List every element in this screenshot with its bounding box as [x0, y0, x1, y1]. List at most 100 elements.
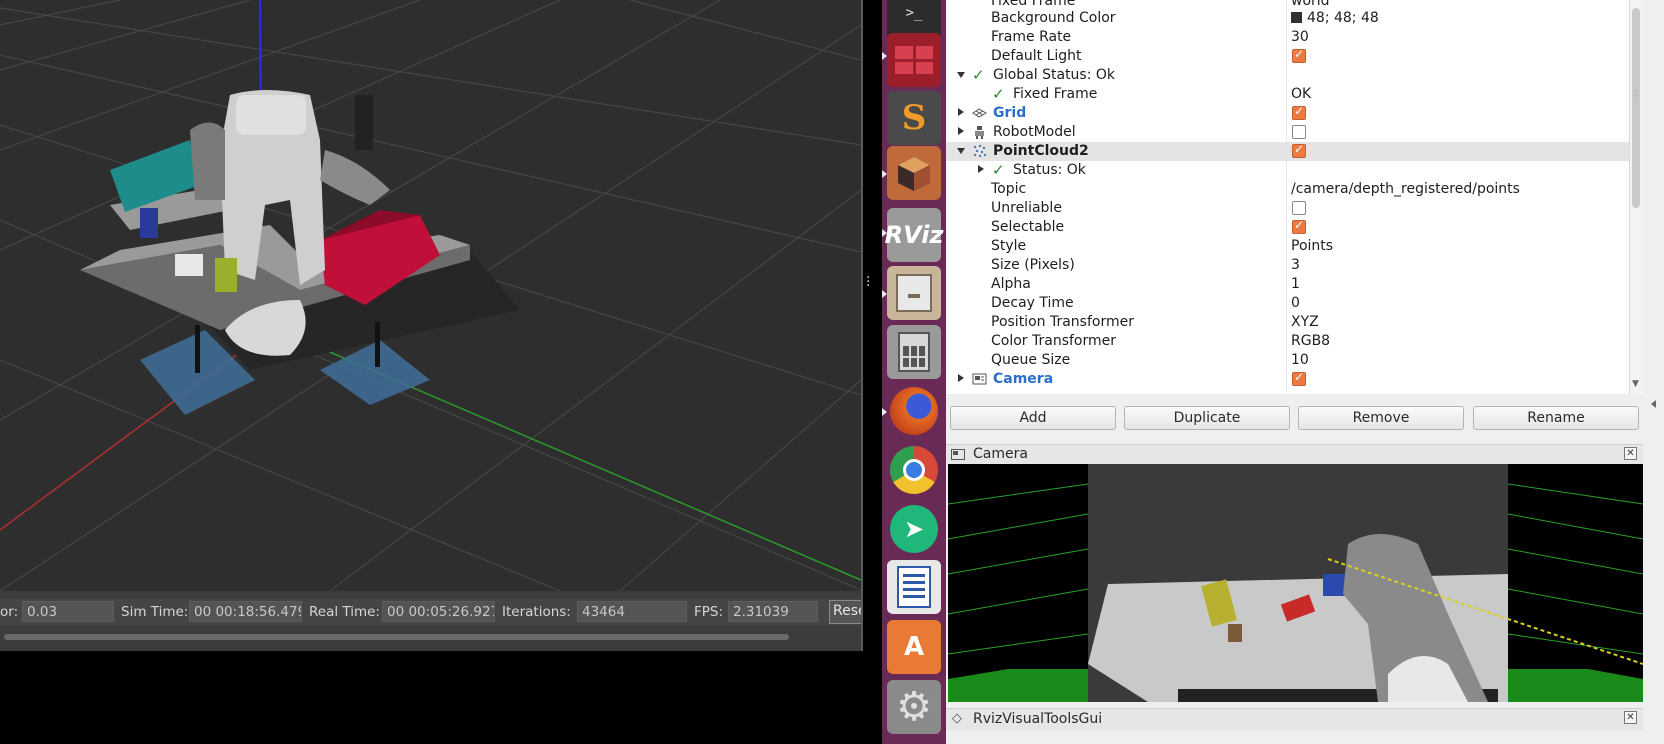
- scrollbar-thumb[interactable]: [1632, 8, 1640, 208]
- sim-time-value: 00 00:18:56.479: [189, 601, 302, 622]
- close-icon[interactable]: ✕: [1624, 447, 1637, 460]
- property-name: Fixed Frame: [1013, 86, 1098, 102]
- display-row-camera[interactable]: Camera: [946, 370, 1629, 389]
- default-light-checkbox[interactable]: [1292, 47, 1306, 63]
- status-ok-check-icon: ✓: [992, 85, 1005, 103]
- property-row-color-transformer[interactable]: Color Transformer RGB8: [946, 332, 1629, 351]
- property-row-topic[interactable]: Topic /camera/depth_registered/points: [946, 180, 1629, 199]
- robot-arm-right: [320, 150, 390, 205]
- display-name: Grid: [993, 105, 1027, 121]
- expand-arrow-icon[interactable]: [958, 374, 964, 382]
- property-row-frame-rate[interactable]: Frame Rate 30: [946, 28, 1629, 47]
- reset-time-button[interactable]: Reset: [829, 600, 863, 624]
- visual-tools-panel-header[interactable]: ◇ RvizVisualToolsGui ✕: [946, 708, 1643, 730]
- file-cabinet-icon[interactable]: [887, 266, 941, 320]
- property-row-size-pixels[interactable]: Size (Pixels) 3: [946, 256, 1629, 275]
- property-value[interactable]: 30: [1291, 29, 1309, 45]
- close-icon[interactable]: ✕: [1624, 711, 1637, 724]
- expand-arrow-icon[interactable]: [958, 127, 964, 135]
- property-name: Global Status: Ok: [993, 67, 1116, 83]
- remove-display-button[interactable]: Remove: [1298, 406, 1464, 430]
- writer-icon[interactable]: [887, 560, 941, 614]
- display-row-grid[interactable]: Grid: [946, 104, 1629, 123]
- rviz-side-strip: [1643, 0, 1664, 744]
- pointcloud2-enabled-checkbox[interactable]: [1292, 142, 1306, 158]
- gazebo-window: or: 0.03 Sim Time: 00 00:18:56.479 Real …: [0, 0, 863, 651]
- real-time-factor-label: or:: [0, 604, 19, 620]
- software-center-icon[interactable]: A: [887, 620, 941, 674]
- property-row-style[interactable]: Style Points: [946, 237, 1629, 256]
- camera-panel-header[interactable]: Camera ✕: [946, 444, 1643, 464]
- property-value[interactable]: world: [1291, 0, 1330, 9]
- calculator-icon[interactable]: [887, 325, 941, 379]
- duplicate-display-button[interactable]: Duplicate: [1124, 406, 1290, 430]
- firefox-icon[interactable]: [887, 384, 941, 438]
- property-value[interactable]: /camera/depth_registered/points: [1291, 181, 1520, 197]
- camera-enabled-checkbox[interactable]: [1292, 370, 1306, 386]
- selectable-checkbox[interactable]: [1292, 218, 1306, 234]
- sublime-text-icon[interactable]: S: [887, 91, 941, 145]
- unreliable-checkbox[interactable]: [1292, 201, 1306, 215]
- expand-arrow-icon[interactable]: [958, 108, 964, 116]
- expand-arrow-icon[interactable]: [957, 148, 965, 154]
- launcher-running-indicator: [882, 170, 887, 178]
- property-name: Selectable: [991, 219, 1065, 235]
- property-value[interactable]: RGB8: [1291, 333, 1330, 349]
- display-row-robotmodel[interactable]: RobotModel: [946, 123, 1629, 142]
- expand-arrow-icon[interactable]: [978, 165, 984, 173]
- workspaces-icon[interactable]: [887, 33, 941, 87]
- desktop: or: 0.03 Sim Time: 00 00:18:56.479 Real …: [0, 0, 1664, 744]
- camera-image-view[interactable]: [948, 464, 1643, 702]
- gazebo-status-bar: or: 0.03 Sim Time: 00 00:18:56.479 Real …: [0, 599, 863, 625]
- splitter-handle[interactable]: · · ·: [866, 271, 872, 293]
- object-box: [175, 254, 203, 276]
- rename-display-button[interactable]: Rename: [1473, 406, 1639, 430]
- send-icon[interactable]: ➤: [887, 502, 941, 556]
- property-tree-scrollbar[interactable]: · · · ▼: [1629, 0, 1643, 394]
- property-row-pointcloud-status[interactable]: ✓ Status: Ok: [946, 161, 1629, 180]
- property-row-decay-time[interactable]: Decay Time 0: [946, 294, 1629, 313]
- property-name: Position Transformer: [991, 314, 1134, 330]
- property-value[interactable]: 0: [1291, 295, 1300, 311]
- property-value[interactable]: XYZ: [1291, 314, 1319, 330]
- property-value[interactable]: 1: [1291, 276, 1300, 292]
- property-name: Topic: [991, 181, 1027, 197]
- property-value[interactable]: Points: [1291, 238, 1333, 254]
- camera-floor-left: [948, 669, 1088, 702]
- property-name: Default Light: [991, 48, 1082, 64]
- rviz-icon[interactable]: RViz: [885, 208, 943, 262]
- robot-model-icon: [975, 126, 984, 139]
- settings-icon[interactable]: ⚙: [887, 680, 941, 734]
- property-value[interactable]: 10: [1291, 352, 1309, 368]
- display-name: Camera: [993, 371, 1054, 387]
- horizontal-scrollbar[interactable]: [0, 631, 861, 643]
- gazebo-3d-scene[interactable]: [0, 0, 861, 591]
- property-row-unreliable[interactable]: Unreliable: [946, 199, 1629, 218]
- camera-floor-right: [1503, 669, 1643, 702]
- grid-enabled-checkbox[interactable]: [1292, 104, 1306, 120]
- box-icon[interactable]: [887, 146, 941, 200]
- chrome-icon[interactable]: [887, 443, 941, 497]
- expand-arrow-icon[interactable]: [957, 72, 965, 78]
- property-row-fixed-frame-status[interactable]: ✓ Fixed Frame OK: [946, 85, 1629, 104]
- property-row-default-light[interactable]: Default Light: [946, 47, 1629, 66]
- scroll-down-arrow-icon[interactable]: ▼: [1632, 379, 1639, 389]
- robotmodel-enabled-checkbox[interactable]: [1292, 125, 1306, 139]
- display-name: RobotModel: [993, 124, 1076, 140]
- real-time-label: Real Time:: [309, 604, 380, 620]
- property-row-background-color[interactable]: Background Color 48; 48; 48: [946, 9, 1629, 28]
- property-name: Color Transformer: [991, 333, 1117, 349]
- property-row-position-transformer[interactable]: Position Transformer XYZ: [946, 313, 1629, 332]
- property-row-alpha[interactable]: Alpha 1: [946, 275, 1629, 294]
- property-row-global-status[interactable]: ✓ Global Status: Ok: [946, 66, 1629, 85]
- launcher-running-indicator: [882, 290, 887, 298]
- collapse-arrow-icon[interactable]: [1651, 400, 1656, 408]
- property-row-selectable[interactable]: Selectable: [946, 218, 1629, 237]
- property-value[interactable]: 48; 48; 48: [1291, 10, 1379, 26]
- property-row-queue-size[interactable]: Queue Size 10: [946, 351, 1629, 370]
- scrollbar-thumb[interactable]: [4, 634, 789, 640]
- robot-arm-left: [190, 122, 225, 200]
- add-display-button[interactable]: Add: [950, 406, 1116, 430]
- display-row-pointcloud2[interactable]: PointCloud2: [946, 142, 1629, 161]
- property-value[interactable]: 3: [1291, 257, 1300, 273]
